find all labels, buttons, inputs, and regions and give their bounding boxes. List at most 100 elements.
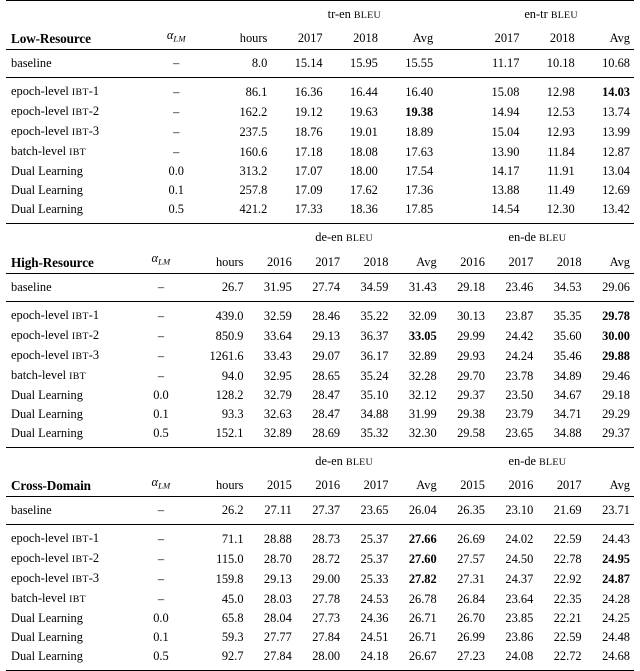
bleu-value: 28.03	[248, 589, 296, 609]
row-label-acronym: IBT	[72, 87, 89, 98]
bleu-value: 18.89	[382, 122, 437, 142]
bleu-value: 24.02	[489, 529, 537, 549]
bleu-value: 13.04	[579, 162, 634, 181]
row-label-text: Dual Learning	[11, 630, 83, 644]
column-group-header-row: de-en BLEUen-de BLEU	[6, 228, 634, 248]
alpha-lm-value: 0.5	[148, 200, 205, 219]
alpha-lm-value: 0.0	[135, 609, 187, 628]
bleu-value: 28.47	[296, 386, 344, 405]
bleu-value: 34.89	[537, 366, 585, 386]
table-row: epoch-level IBT-1–439.032.5928.4635.2232…	[6, 306, 634, 326]
hours-value: 8.0	[205, 54, 271, 73]
bleu-value: 22.59	[537, 529, 585, 549]
bleu-value: 33.05	[392, 326, 440, 346]
bleu-value: 28.47	[296, 405, 344, 424]
bleu-value: 15.04	[468, 122, 523, 142]
hours-value: 850.9	[187, 326, 247, 346]
row-label-text: batch-level	[11, 368, 69, 382]
bleu-metric-label: BLEU	[346, 457, 373, 468]
row-label-suffix: -3	[89, 124, 99, 138]
alpha-lm-value: –	[135, 569, 187, 589]
bleu-value: 31.99	[392, 405, 440, 424]
hours-value: 59.3	[187, 628, 247, 647]
avg-header-en-de: Avg	[586, 248, 634, 273]
hours-header: hours	[187, 472, 247, 497]
bleu-value: 27.60	[392, 549, 440, 569]
hours-value: 421.2	[205, 200, 271, 219]
bleu-value: 32.95	[248, 366, 296, 386]
alpha-lm-value: –	[135, 366, 187, 386]
bleu-value: 31.43	[392, 278, 440, 297]
table-row: batch-level IBT–160.617.1818.0817.6313.9…	[6, 142, 634, 162]
bleu-value: 16.40	[382, 82, 437, 102]
bleu-value: 23.87	[489, 306, 537, 326]
bleu-value: 10.18	[523, 54, 578, 73]
bleu-value: 23.10	[489, 501, 537, 520]
column-group-label-de-en: de-en BLEU	[248, 228, 441, 248]
bleu-value: 36.37	[344, 326, 392, 346]
alpha-lm-value: –	[135, 306, 187, 326]
bleu-value: 11.17	[468, 54, 523, 73]
row-label-suffix: -3	[89, 348, 99, 362]
bleu-value: 35.60	[537, 326, 585, 346]
bleu-value: 22.72	[537, 647, 585, 666]
bleu-value: 29.29	[586, 405, 634, 424]
results-table-section: de-en BLEUen-de BLEUHigh-ResourceαLMhour…	[6, 223, 634, 446]
hours-value: 92.7	[187, 647, 247, 666]
bleu-value: 17.63	[382, 142, 437, 162]
bleu-value: 28.73	[296, 529, 344, 549]
bleu-value: 28.04	[248, 609, 296, 628]
bleu-value: 14.03	[579, 82, 634, 102]
column-group-header-row: de-en BLEUen-de BLEU	[6, 452, 634, 472]
row-label: epoch-level IBT-1	[6, 82, 148, 102]
hours-value: 93.3	[187, 405, 247, 424]
row-label-acronym: IBT	[69, 147, 86, 158]
row-label-acronym: IBT	[72, 574, 89, 585]
bleu-metric-label: BLEU	[346, 233, 373, 244]
bleu-value: 13.88	[468, 181, 523, 200]
hours-value: 65.8	[187, 609, 247, 628]
bleu-value: 24.87	[586, 569, 634, 589]
row-label-text: Dual Learning	[11, 164, 83, 178]
table-row: epoch-level IBT-1–71.128.8828.7325.3727.…	[6, 529, 634, 549]
bleu-value: 13.42	[579, 200, 634, 219]
table-row: Dual Learning0.5152.132.8928.6935.3232.3…	[6, 424, 634, 443]
row-label: Dual Learning	[6, 628, 135, 647]
bleu-value: 23.65	[489, 424, 537, 443]
table-row-baseline: baseline–26.731.9527.7434.5931.4329.1823…	[6, 278, 634, 297]
bleu-value: 35.35	[537, 306, 585, 326]
bleu-value: 27.78	[296, 589, 344, 609]
bleu-value: 12.69	[579, 181, 634, 200]
table-row: Dual Learning0.193.332.6328.4734.8831.99…	[6, 405, 634, 424]
row-label: batch-level IBT	[6, 366, 135, 386]
alpha-lm-value: –	[135, 501, 187, 520]
bleu-value: 27.82	[392, 569, 440, 589]
row-label-text: epoch-level	[11, 124, 72, 138]
bleu-value: 23.85	[489, 609, 537, 628]
column-header-row: Cross-DomainαLMhours201520162017Avg20152…	[6, 472, 634, 497]
group-direction-label: en-de	[509, 454, 537, 468]
bleu-value: 17.07	[271, 162, 326, 181]
bleu-value: 26.67	[392, 647, 440, 666]
year-header-en-de-2016: 2016	[441, 248, 489, 273]
alpha-lm-value: –	[148, 54, 205, 73]
year-header-de-en-2018: 2018	[344, 248, 392, 273]
bleu-value: 24.24	[489, 346, 537, 366]
row-label-text: batch-level	[11, 144, 69, 158]
alpha-lm-header: αLM	[135, 248, 187, 273]
table-row: Dual Learning0.065.828.0427.7324.3626.71…	[6, 609, 634, 628]
bleu-value: 29.13	[296, 326, 344, 346]
bleu-value: 28.72	[296, 549, 344, 569]
bleu-value: 12.87	[579, 142, 634, 162]
row-label-text: epoch-level	[11, 328, 72, 342]
bleu-value: 27.66	[392, 529, 440, 549]
hours-value: 439.0	[187, 306, 247, 326]
bleu-value: 32.09	[392, 306, 440, 326]
bleu-value: 23.79	[489, 405, 537, 424]
avg-header-de-en: Avg	[392, 248, 440, 273]
row-label-text: Dual Learning	[11, 426, 83, 440]
row-label-suffix: -2	[89, 104, 99, 118]
hours-value: 115.0	[187, 549, 247, 569]
row-label-acronym: IBT	[69, 594, 86, 605]
bleu-value: 35.24	[344, 366, 392, 386]
